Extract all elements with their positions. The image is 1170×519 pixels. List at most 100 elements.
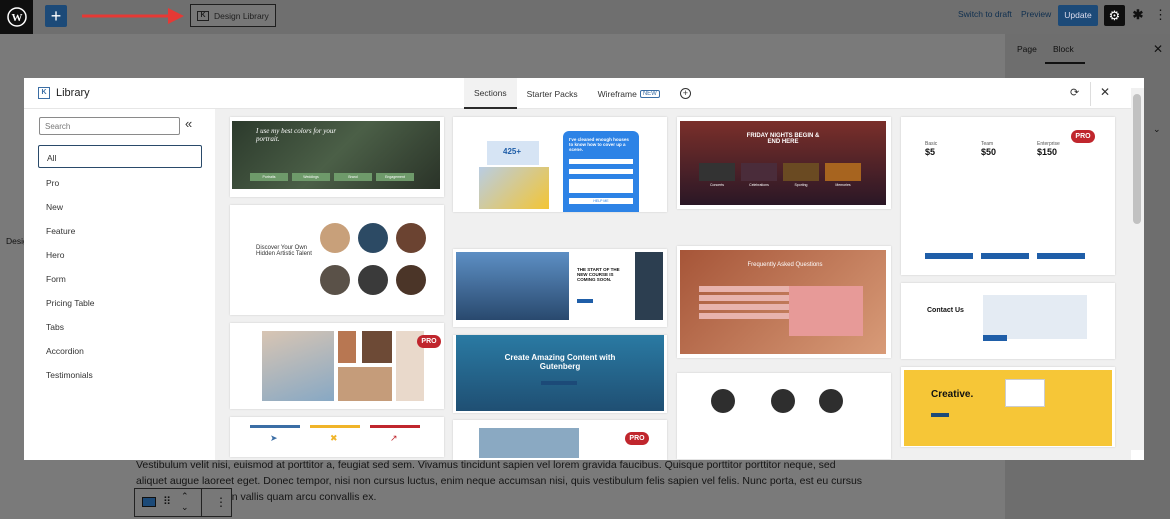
category-all[interactable]: All xyxy=(38,145,202,168)
artistic-circles xyxy=(320,223,432,307)
tab-page[interactable]: Page xyxy=(1017,44,1037,54)
modal-title-text: Library xyxy=(56,87,90,99)
pro-badge: PRO xyxy=(625,432,649,445)
portrait-heading: I use my best colors for your portrait. xyxy=(256,127,337,143)
close-icon[interactable]: ✕ xyxy=(1153,42,1163,56)
switch-to-draft-link[interactable]: Switch to draft xyxy=(958,9,1012,19)
category-form[interactable]: Form xyxy=(38,267,202,290)
design-card-portrait[interactable]: I use my best colors for your portrait. … xyxy=(230,117,444,197)
form-heading: I've cleaned enough houses to know how t… xyxy=(569,137,629,152)
portrait-button: Engagement xyxy=(376,173,414,181)
category-feature[interactable]: Feature xyxy=(38,219,202,242)
fashion-image-small xyxy=(338,367,392,401)
toolbar-divider xyxy=(201,489,202,516)
design-card-team[interactable] xyxy=(677,373,891,459)
friday-label: Concerts xyxy=(699,163,735,187)
fashion-image-large xyxy=(262,331,334,401)
update-button[interactable]: Update xyxy=(1058,5,1098,26)
creative-monitor xyxy=(1005,379,1045,407)
add-block-button[interactable]: + xyxy=(45,5,67,27)
form-field xyxy=(569,159,633,164)
course-button xyxy=(577,299,593,303)
settings-gear-icon[interactable]: ⚙ xyxy=(1104,5,1125,26)
design-card-pricing[interactable]: PRO Basic $5 Team $50 Enterprise $150 xyxy=(901,117,1115,275)
design-card-icons[interactable]: ➤ ✖ ↗ xyxy=(230,417,444,457)
category-pricing-table[interactable]: Pricing Table xyxy=(38,291,202,314)
category-sidebar: Search « All Pro New Feature Hero Form P… xyxy=(24,109,215,460)
preview-image xyxy=(479,428,579,458)
artistic-heading: Discover Your Own Hidden Artistic Talent xyxy=(256,245,312,257)
design-grid: I use my best colors for your portrait. … xyxy=(215,109,1131,460)
category-accordion[interactable]: Accordion xyxy=(38,339,202,362)
tab-block[interactable]: Block xyxy=(1053,44,1074,54)
red-arrow-icon xyxy=(82,8,184,24)
design-card-friday[interactable]: FRIDAY NIGHTS BEGIN & END HERE Concerts … xyxy=(677,117,891,209)
category-new[interactable]: New xyxy=(38,195,202,218)
friday-items: Concerts Celebrations Sporting Memories xyxy=(699,163,861,187)
category-testimonials[interactable]: Testimonials xyxy=(38,363,202,386)
design-card-gutenberg[interactable]: Create Amazing Content with Gutenberg xyxy=(453,335,667,413)
creative-heading: Creative. xyxy=(931,389,974,400)
tab-wireframe[interactable]: Wireframe NEW xyxy=(588,78,670,109)
avatar xyxy=(819,389,843,413)
faq-form xyxy=(789,286,863,336)
category-tabs[interactable]: Tabs xyxy=(38,315,202,338)
send-icon: ➤ xyxy=(270,433,278,443)
collapse-sidebar-icon[interactable]: « xyxy=(185,116,192,131)
modal-header: K Library Sections Starter Packs Wirefra… xyxy=(24,78,1144,109)
form-field xyxy=(569,169,633,174)
category-pro[interactable]: Pro xyxy=(38,171,202,194)
portrait-button: Brand xyxy=(334,173,372,181)
design-card-cleaning-form[interactable]: 425+ I've cleaned enough houses to know … xyxy=(453,117,667,212)
grid-scrollbar[interactable] xyxy=(1131,88,1144,450)
tab-sections[interactable]: Sections xyxy=(464,78,517,109)
form-submit: HELP ME xyxy=(569,198,633,204)
preview-link[interactable]: Preview xyxy=(1021,9,1051,19)
header-divider xyxy=(1090,82,1091,106)
move-up-down-icon[interactable]: ⌃ ⌄ xyxy=(181,491,189,513)
fashion-image-small xyxy=(362,331,392,363)
tab-sections-label: Sections xyxy=(474,87,507,98)
plan-price: $150 xyxy=(1037,147,1058,157)
portrait-button: Portraits xyxy=(250,173,288,181)
modal-close-icon[interactable]: ✕ xyxy=(1100,85,1110,99)
pricing-column: Enterprise $150 xyxy=(1037,141,1087,259)
fashion-image-small xyxy=(338,331,356,363)
design-card-creative[interactable]: Creative. xyxy=(901,367,1115,447)
library-tabs: Sections Starter Packs Wireframe NEW + xyxy=(464,78,701,109)
design-card-contact[interactable]: Contact Us xyxy=(901,283,1115,359)
plan-price: $50 xyxy=(981,147,997,157)
cross-icon: ✖ xyxy=(330,433,338,443)
cleaning-image xyxy=(479,167,549,209)
add-library-icon[interactable]: + xyxy=(670,78,701,109)
design-library-button[interactable]: K Design Library xyxy=(190,4,276,27)
stackable-icon[interactable]: ✱ xyxy=(1130,7,1146,23)
block-type-icon[interactable] xyxy=(142,497,156,507)
design-card-faq[interactable]: Frequently Asked Questions xyxy=(677,246,891,358)
drag-handle-icon[interactable]: ⠿ xyxy=(163,495,171,508)
portrait-button: Weddings xyxy=(292,173,330,181)
category-hero[interactable]: Hero xyxy=(38,243,202,266)
cleaning-form-panel: I've cleaned enough houses to know how t… xyxy=(563,131,639,212)
contact-form xyxy=(983,295,1087,339)
chevron-down-icon[interactable]: ⌄ xyxy=(1153,124,1161,135)
design-card-pro-second[interactable]: PRO xyxy=(453,420,667,460)
gutenberg-background xyxy=(456,335,664,411)
wordpress-logo-icon[interactable]: W xyxy=(0,0,33,34)
gutenberg-heading: Create Amazing Content with Gutenberg xyxy=(504,353,616,371)
design-card-artistic[interactable]: Discover Your Own Hidden Artistic Talent xyxy=(230,205,444,315)
faq-heading: Frequently Asked Questions xyxy=(747,262,823,268)
scrollbar-thumb[interactable] xyxy=(1133,94,1141,224)
pro-badge: PRO xyxy=(417,335,441,348)
paragraph-block[interactable]: Vestibulum velit nisi, euismod at portti… xyxy=(136,457,866,505)
refresh-icon[interactable]: ⟳ xyxy=(1070,86,1079,99)
block-options-icon[interactable]: ⋮ xyxy=(215,495,227,509)
contact-submit xyxy=(983,335,1007,341)
tab-starter-packs[interactable]: Starter Packs xyxy=(517,78,588,109)
design-card-fashion[interactable]: PRO xyxy=(230,323,444,409)
form-field xyxy=(569,179,633,193)
more-options-icon[interactable]: ⋮ xyxy=(1154,7,1167,25)
design-card-course[interactable]: THE START OF THE NEW COURSE IS COMING SO… xyxy=(453,249,667,327)
design-library-label: Design Library xyxy=(214,10,269,21)
search-input[interactable]: Search xyxy=(39,117,180,135)
